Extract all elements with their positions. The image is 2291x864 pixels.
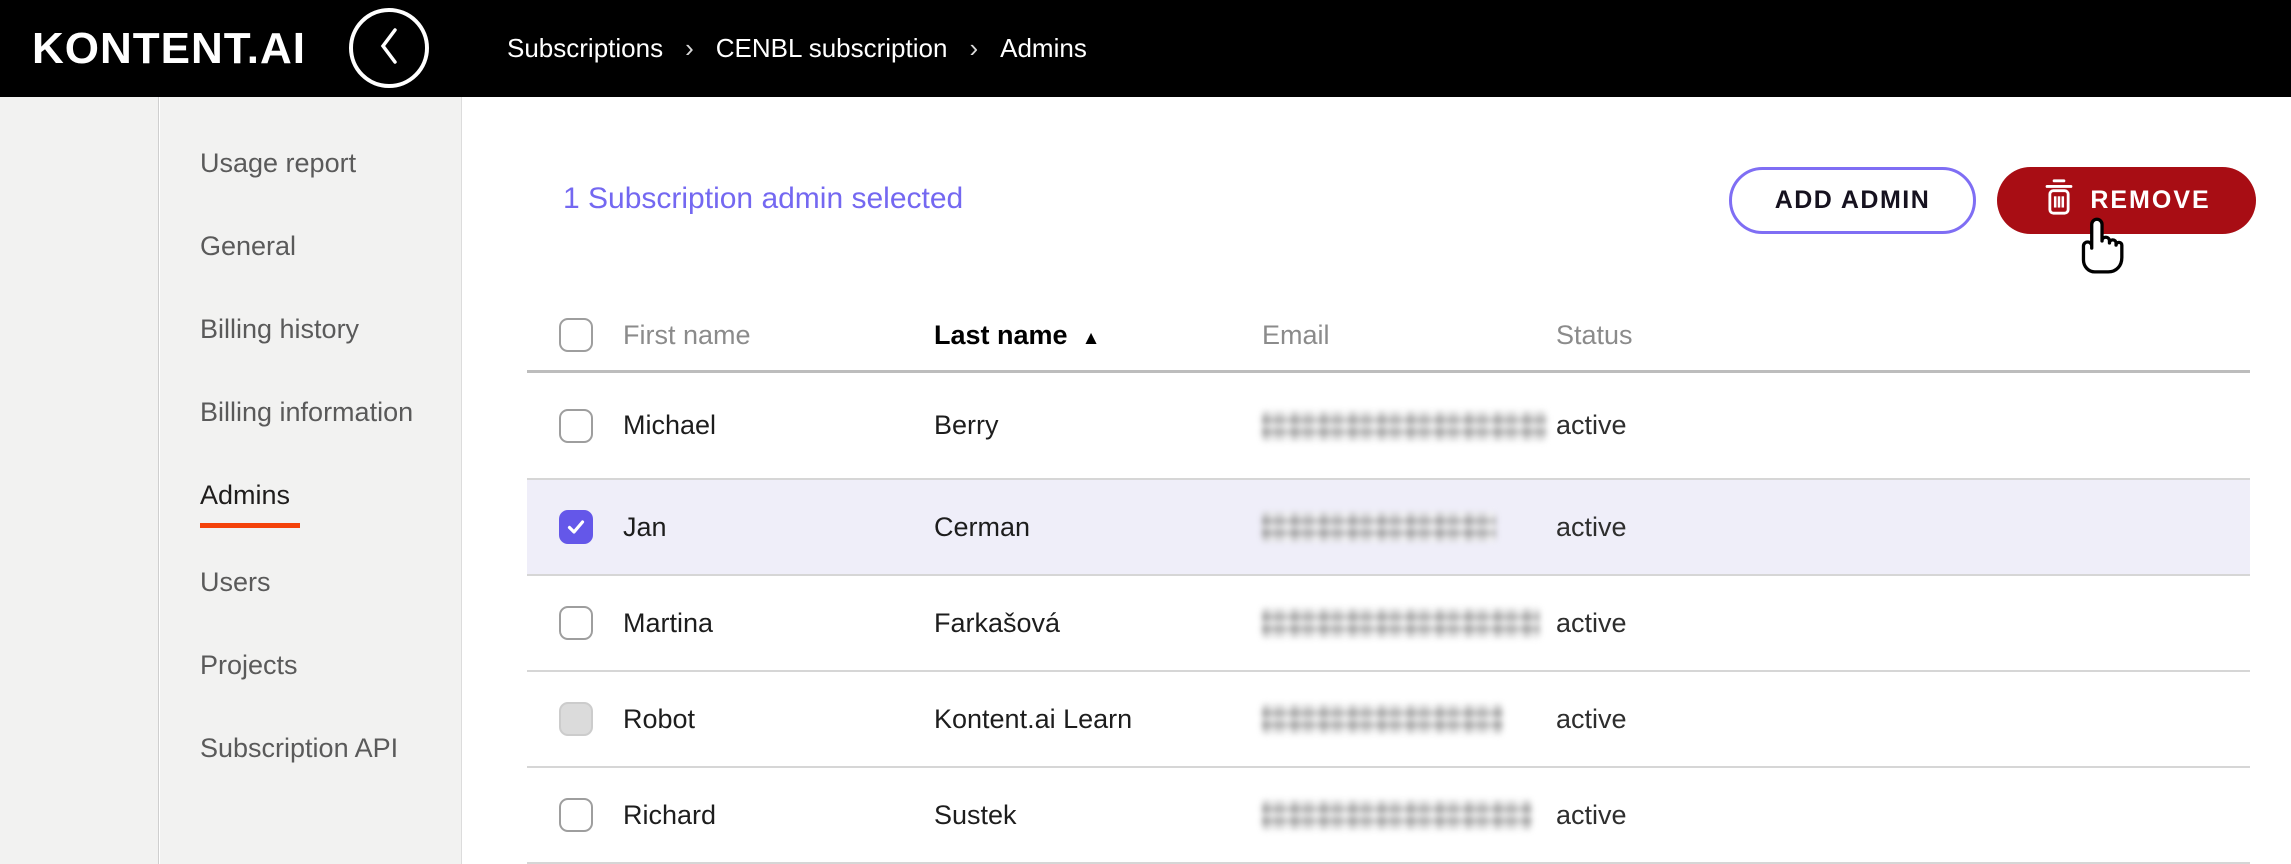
column-header-last-name[interactable]: Last name ▲ <box>934 320 1262 351</box>
sidebar-item-billing-history[interactable]: Billing history <box>200 311 430 348</box>
email-cell <box>1262 608 1556 638</box>
sidebar-item-billing-information[interactable]: Billing information <box>200 394 430 431</box>
column-header-status[interactable]: Status <box>1556 320 2250 351</box>
first-name-cell: Richard <box>623 799 717 830</box>
breadcrumb-item-subscription[interactable]: CENBL subscription <box>716 33 948 64</box>
kontent-logo: KONTENT.AI <box>32 23 306 73</box>
row-checkbox[interactable] <box>559 408 593 443</box>
breadcrumb: Subscriptions › CENBL subscription › Adm… <box>507 0 1087 97</box>
sort-ascending-icon: ▲ <box>1081 327 1101 349</box>
row-checkbox[interactable] <box>559 702 593 736</box>
first-name-cell: Jan <box>623 511 667 542</box>
email-cell <box>1262 512 1556 542</box>
row-checkbox[interactable] <box>559 510 593 544</box>
breadcrumb-separator-icon: › <box>969 33 979 63</box>
column-header-first-name[interactable]: First name <box>623 320 934 351</box>
first-name-cell: Robot <box>623 703 696 734</box>
first-name-cell: Michael <box>623 410 717 440</box>
row-checkbox[interactable] <box>559 606 593 640</box>
last-name-cell: Cerman <box>934 511 1031 542</box>
sidebar-item-general[interactable]: General <box>200 228 430 265</box>
email-cell <box>1262 800 1556 830</box>
last-name-cell: Kontent.ai Learn <box>934 703 1133 734</box>
last-name-cell: Farkašová <box>934 607 1061 638</box>
sidebar-item-admins[interactable]: Admins <box>200 477 430 528</box>
sidebar-item-subscription-api[interactable]: Subscription API <box>200 730 430 767</box>
email-redacted <box>1262 410 1547 441</box>
table-header-row: First name Last name ▲ Email Status <box>527 300 2250 373</box>
collapsed-left-rail <box>0 97 159 864</box>
status-cell: active <box>1556 799 1627 830</box>
trash-icon <box>2042 178 2076 223</box>
select-all-checkbox[interactable] <box>559 318 593 352</box>
email-cell <box>1262 410 1556 441</box>
email-redacted <box>1262 608 1540 638</box>
row-checkbox[interactable] <box>559 798 593 832</box>
column-header-email[interactable]: Email <box>1262 320 1556 351</box>
collapse-sidebar-button[interactable] <box>349 8 429 88</box>
sidebar-item-projects[interactable]: Projects <box>200 647 430 684</box>
last-name-cell: Berry <box>934 410 999 440</box>
active-tab-underline <box>200 523 300 528</box>
sidebar-item-usage-report[interactable]: Usage report <box>200 145 430 182</box>
admins-content: 1 Subscription admin selected ADD ADMIN … <box>463 97 2291 864</box>
last-name-cell: Sustek <box>934 799 1017 830</box>
remove-button[interactable]: REMOVE <box>1997 167 2256 234</box>
selection-count-text: 1 Subscription admin selected <box>563 182 964 215</box>
table-row[interactable]: Michael Berry active <box>527 373 2250 480</box>
breadcrumb-item-subscriptions[interactable]: Subscriptions <box>507 33 663 64</box>
table-row[interactable]: Richard Sustek active <box>527 768 2250 864</box>
status-cell: active <box>1556 703 1627 734</box>
admins-table: First name Last name ▲ Email Status Micha… <box>527 300 2250 864</box>
breadcrumb-separator-icon: › <box>685 33 694 63</box>
top-navigation-bar: KONTENT.AI Subscriptions › CENBL subscri… <box>0 0 2291 97</box>
email-cell <box>1262 704 1556 734</box>
status-cell: active <box>1556 607 1627 638</box>
subscription-admins-page: KONTENT.AI Subscriptions › CENBL subscri… <box>0 0 2291 864</box>
email-redacted <box>1262 800 1532 830</box>
subscription-sidebar: Usage report General Billing history Bil… <box>160 97 462 864</box>
table-row[interactable]: Jan Cerman active <box>527 480 2250 576</box>
sidebar-item-users[interactable]: Users <box>200 564 430 601</box>
breadcrumb-item-admins[interactable]: Admins <box>1000 33 1087 64</box>
first-name-cell: Martina <box>623 607 714 638</box>
email-redacted <box>1262 512 1496 542</box>
status-cell: active <box>1556 410 1627 440</box>
table-row[interactable]: Martina Farkašová active <box>527 576 2250 672</box>
chevron-left-icon <box>372 24 406 73</box>
table-row[interactable]: Robot Kontent.ai Learn active <box>527 672 2250 768</box>
status-cell: active <box>1556 511 1627 542</box>
add-admin-button[interactable]: ADD ADMIN <box>1729 167 1976 234</box>
email-redacted <box>1262 704 1503 734</box>
